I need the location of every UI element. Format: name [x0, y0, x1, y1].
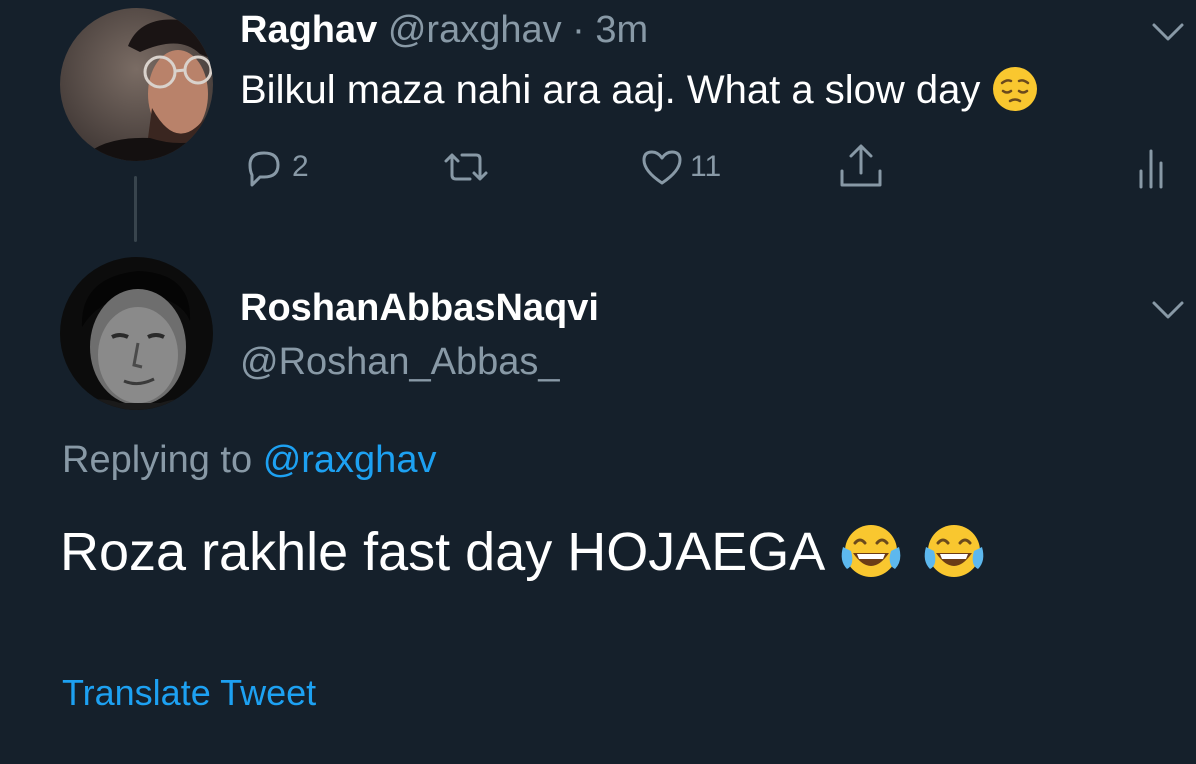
avatar-roshan-abbas[interactable]	[60, 257, 213, 410]
reply-count: 2	[292, 150, 309, 183]
face-with-tears-of-joy-emoji-icon	[920, 521, 988, 585]
replying-to-mention-link[interactable]: @raxghav	[263, 439, 437, 481]
replying-to-line: Replying to @raxghav	[62, 436, 436, 484]
display-name[interactable]: Raghav	[240, 9, 377, 51]
reply-display-name[interactable]: RoshanAbbasNaqvi	[240, 284, 599, 332]
retweet-button[interactable]	[440, 142, 498, 192]
tweet-time[interactable]: 3m	[595, 9, 648, 51]
thread-connector-line	[134, 176, 137, 242]
analytics-button[interactable]	[1136, 142, 1168, 192]
reply-user-handle[interactable]: @Roshan_Abbas_	[240, 338, 560, 386]
like-button[interactable]: 11	[640, 142, 721, 192]
like-count: 11	[690, 150, 722, 183]
share-icon	[836, 143, 886, 191]
parent-tweet-text: Bilkul maza nahi ara aaj. What a slow da…	[240, 64, 1039, 116]
reply-button[interactable]: 2	[242, 142, 309, 192]
user-handle[interactable]: @raxghav	[388, 9, 562, 51]
reply-tweet-body: Roza rakhle fast day HOJAEGA	[60, 522, 823, 582]
translate-tweet-link[interactable]: Translate Tweet	[62, 670, 316, 716]
chevron-down-icon[interactable]	[1150, 20, 1186, 44]
tweet-body: Bilkul maza nahi ara aaj. What a slow da…	[240, 68, 981, 112]
reply-icon	[242, 145, 286, 189]
tweet-thread: Raghav @raxghav · 3m Bilkul maza nahi ar…	[0, 0, 1196, 764]
share-button[interactable]	[836, 142, 886, 192]
heart-icon	[640, 145, 684, 189]
avatar-raghav[interactable]	[60, 8, 213, 161]
face-with-tears-of-joy-emoji-icon	[837, 521, 905, 585]
replying-to-label: Replying to	[62, 439, 253, 481]
separator-dot: ·	[572, 9, 585, 51]
reply-tweet-text: Roza rakhle fast day HOJAEGA	[60, 516, 988, 588]
bar-chart-icon	[1136, 145, 1168, 189]
parent-tweet-header: Raghav @raxghav · 3m	[240, 6, 648, 54]
retweet-icon	[440, 145, 492, 189]
chevron-down-icon[interactable]	[1150, 298, 1186, 322]
pensive-face-emoji-icon	[991, 65, 1039, 113]
